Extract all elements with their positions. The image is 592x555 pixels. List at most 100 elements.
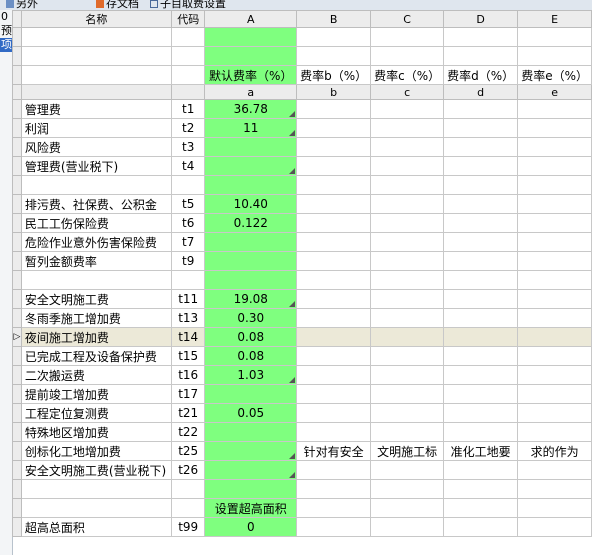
- code-cell[interactable]: t2: [170, 118, 206, 138]
- name-cell[interactable]: 风险费: [20, 137, 173, 157]
- rate-c-cell[interactable]: [370, 289, 445, 309]
- code-cell[interactable]: t5: [170, 194, 206, 214]
- rate-label-row[interactable]: 默认费率（%） 费率b（%） 费率c（%） 费率d（%） 费率e（%）: [12, 65, 592, 85]
- rate-d-cell[interactable]: [443, 517, 519, 537]
- rate-d-cell[interactable]: [443, 137, 519, 157]
- rate-e-cell[interactable]: [517, 289, 592, 309]
- rate-c-cell[interactable]: [370, 403, 445, 423]
- column-header-code[interactable]: 代码: [170, 10, 206, 28]
- table-row[interactable]: 安全文明施工费(营业税下) t26: [12, 460, 592, 480]
- table-row[interactable]: 利润 t2 11: [12, 118, 592, 138]
- rate-d-cell[interactable]: [443, 46, 519, 66]
- rate-d-cell[interactable]: 准化工地要: [443, 441, 519, 461]
- rate-b-cell[interactable]: [296, 289, 372, 309]
- row-indicator[interactable]: [12, 308, 22, 328]
- rate-d-cell[interactable]: [443, 270, 519, 290]
- row-indicator[interactable]: [12, 479, 22, 499]
- rate-a-cell[interactable]: [204, 441, 298, 461]
- name-cell[interactable]: 二次搬运费: [20, 365, 173, 385]
- rate-c-cell[interactable]: [370, 156, 445, 176]
- row-indicator[interactable]: [12, 27, 22, 47]
- rate-c-cell[interactable]: [370, 175, 445, 195]
- rate-label-d[interactable]: 费率d（%）: [443, 65, 519, 85]
- code-cell[interactable]: [170, 479, 206, 499]
- code-cell[interactable]: t26: [170, 460, 206, 480]
- rate-b-cell[interactable]: [296, 232, 372, 252]
- rate-b-cell[interactable]: [296, 365, 372, 385]
- table-row[interactable]: 民工工伤保险费 t6 0.122: [12, 213, 592, 233]
- code-cell[interactable]: [170, 270, 206, 290]
- rate-b-cell[interactable]: [296, 137, 372, 157]
- name-cell[interactable]: 管理费(营业税下): [20, 156, 173, 176]
- code-cell[interactable]: t11: [170, 289, 206, 309]
- name-cell[interactable]: 暂列金额费率: [20, 251, 173, 271]
- rate-d-cell[interactable]: [443, 251, 519, 271]
- table-row[interactable]: 二次搬运费 t16 1.03: [12, 365, 592, 385]
- table-row[interactable]: 安全文明施工费 t11 19.08: [12, 289, 592, 309]
- rate-c-cell[interactable]: [370, 213, 445, 233]
- rate-d-cell[interactable]: [443, 479, 519, 499]
- table-row[interactable]: 暂列金额费率 t9: [12, 251, 592, 271]
- rate-b-cell[interactable]: [296, 517, 372, 537]
- rate-a-cell[interactable]: [204, 460, 298, 480]
- column-header-b[interactable]: B: [296, 10, 372, 28]
- name-cell[interactable]: [20, 270, 173, 290]
- rate-d-cell[interactable]: [443, 365, 519, 385]
- rate-b-cell[interactable]: [296, 251, 372, 271]
- name-cell[interactable]: 提前竣工增加费: [20, 384, 173, 404]
- rate-b-cell[interactable]: [296, 270, 372, 290]
- rate-b-cell[interactable]: 针对有安全: [296, 441, 372, 461]
- rate-a-cell[interactable]: 0.30: [204, 308, 298, 328]
- row-indicator[interactable]: [12, 251, 22, 271]
- code-cell[interactable]: t15: [170, 346, 206, 366]
- rate-e-cell[interactable]: [517, 403, 592, 423]
- table-row[interactable]: 管理费 t1 36.78: [12, 99, 592, 119]
- rate-e-cell[interactable]: [517, 498, 592, 518]
- name-cell[interactable]: 工程定位复测费: [20, 403, 173, 423]
- code-cell[interactable]: [170, 27, 206, 47]
- row-indicator[interactable]: [12, 194, 22, 214]
- table-row[interactable]: 设置超高面积: [12, 498, 592, 518]
- code-cell[interactable]: t25: [170, 441, 206, 461]
- row-indicator[interactable]: [12, 422, 22, 442]
- rate-label-a[interactable]: 默认费率（%）: [204, 65, 298, 85]
- rate-c-cell[interactable]: [370, 46, 445, 66]
- rate-c-cell[interactable]: [370, 137, 445, 157]
- row-indicator[interactable]: [12, 232, 22, 252]
- table-row[interactable]: 特殊地区增加费 t22: [12, 422, 592, 442]
- rate-e-cell[interactable]: [517, 308, 592, 328]
- row-indicator[interactable]: [12, 289, 22, 309]
- code-cell[interactable]: t13: [170, 308, 206, 328]
- rate-d-cell[interactable]: [443, 27, 519, 47]
- rate-c-cell[interactable]: [370, 308, 445, 328]
- rate-b-cell[interactable]: [296, 422, 372, 442]
- row-indicator[interactable]: [12, 346, 22, 366]
- rate-d-cell[interactable]: [443, 308, 519, 328]
- code-cell[interactable]: t1: [170, 99, 206, 119]
- rate-e-cell[interactable]: [517, 213, 592, 233]
- rate-c-cell[interactable]: [370, 118, 445, 138]
- name-cell[interactable]: 安全文明施工费(营业税下): [20, 460, 173, 480]
- column-header-e[interactable]: E: [517, 10, 592, 28]
- rate-a-cell[interactable]: 0.122: [204, 213, 298, 233]
- code-cell[interactable]: [170, 65, 206, 85]
- rate-d-cell[interactable]: [443, 384, 519, 404]
- name-cell[interactable]: [20, 479, 173, 499]
- rate-d-cell[interactable]: [443, 194, 519, 214]
- rate-a-cell[interactable]: [204, 251, 298, 271]
- rate-e-cell[interactable]: [517, 270, 592, 290]
- rate-c-cell[interactable]: 文明施工标: [370, 441, 445, 461]
- rate-a-cell[interactable]: [204, 137, 298, 157]
- column-header-a[interactable]: A: [204, 10, 298, 28]
- rate-e-cell[interactable]: [517, 99, 592, 119]
- rate-c-cell[interactable]: [370, 270, 445, 290]
- row-indicator[interactable]: [12, 118, 22, 138]
- row-indicator[interactable]: [12, 156, 22, 176]
- rate-c-cell[interactable]: [370, 498, 445, 518]
- column-header-c[interactable]: C: [370, 10, 445, 28]
- rate-c-cell[interactable]: [370, 460, 445, 480]
- code-cell[interactable]: [170, 175, 206, 195]
- rate-d-cell[interactable]: [443, 346, 519, 366]
- code-cell[interactable]: t9: [170, 251, 206, 271]
- rate-c-cell[interactable]: [370, 251, 445, 271]
